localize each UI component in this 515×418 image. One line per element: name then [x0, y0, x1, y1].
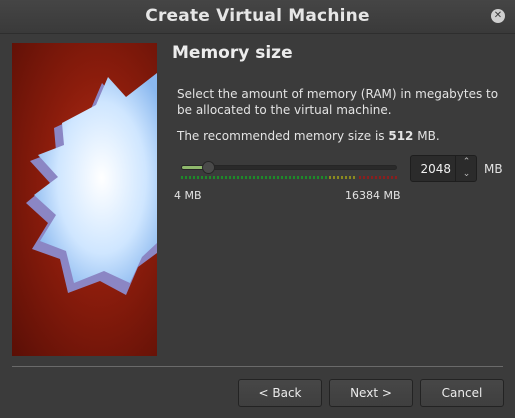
- unit-label: MB: [484, 162, 503, 176]
- recommendation-suffix: MB.: [413, 129, 440, 143]
- recommended-value: 512: [388, 129, 414, 143]
- spin-buttons: ⌃ ⌄: [455, 156, 476, 181]
- section-title: Memory size: [172, 43, 293, 63]
- title-bar: Create Virtual Machine ✕: [0, 0, 515, 34]
- slider-handle[interactable]: [202, 161, 215, 174]
- ticks-red: [359, 176, 397, 179]
- wizard-side-image: [12, 43, 157, 356]
- ticks-yellow: [329, 176, 357, 179]
- close-icon[interactable]: ✕: [491, 9, 505, 23]
- next-button[interactable]: Next >: [329, 379, 413, 407]
- chevron-up-icon[interactable]: ⌃: [456, 156, 477, 168]
- window-title: Create Virtual Machine: [145, 6, 370, 26]
- memory-spinbox[interactable]: ⌃ ⌄: [410, 155, 477, 182]
- recommendation-text: The recommended memory size is 512 MB.: [177, 129, 440, 143]
- back-button[interactable]: < Back: [238, 379, 322, 407]
- chevron-down-icon[interactable]: ⌄: [456, 168, 477, 180]
- memory-input[interactable]: [411, 156, 455, 181]
- slider-ticks: [181, 176, 397, 179]
- description-text: Select the amount of memory (RAM) in meg…: [177, 87, 499, 117]
- cancel-button[interactable]: Cancel: [420, 379, 504, 407]
- recommendation-prefix: The recommended memory size is: [177, 129, 389, 143]
- separator: [12, 366, 503, 367]
- ticks-green: [181, 176, 327, 179]
- slider-max-label: 16384 MB: [345, 189, 401, 202]
- slider-min-label: 4 MB: [174, 189, 202, 202]
